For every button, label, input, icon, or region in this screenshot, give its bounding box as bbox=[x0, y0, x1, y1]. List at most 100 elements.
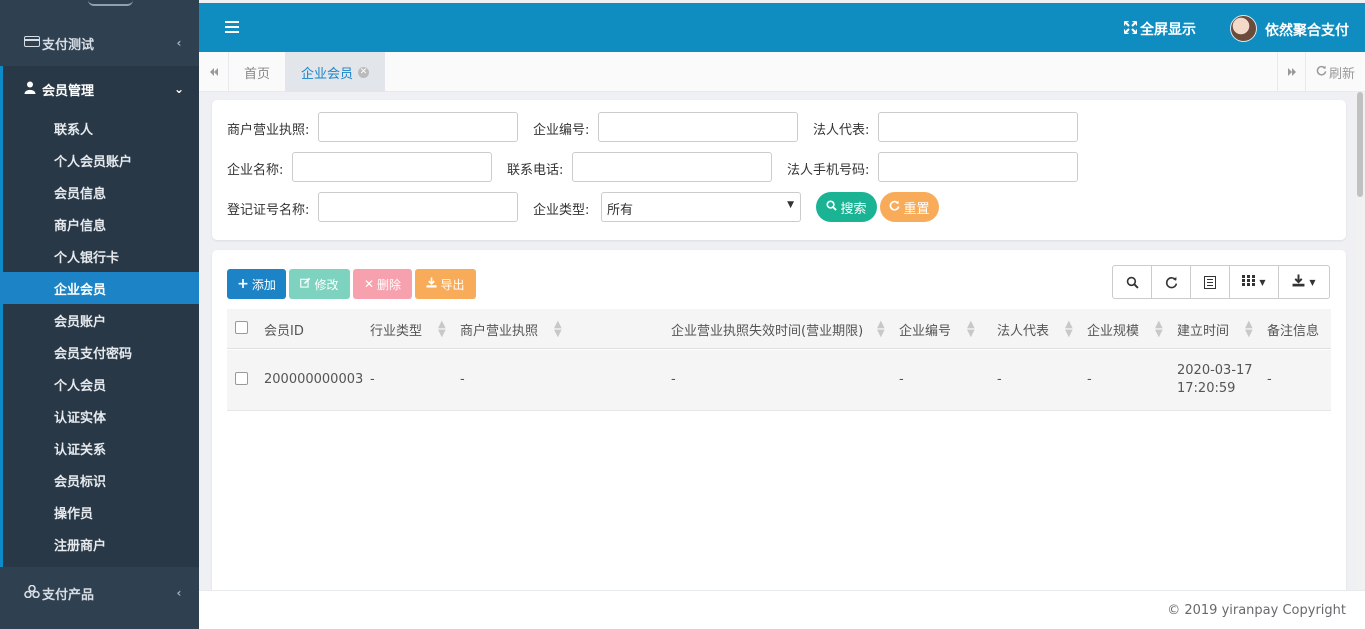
table-search-icon[interactable] bbox=[1113, 266, 1152, 298]
tab-enterprise-member[interactable]: 企业会员 ✕ bbox=[285, 52, 385, 92]
edit-button[interactable]: 修改 bbox=[289, 269, 350, 299]
sort-icon[interactable]: ▲ ▼ bbox=[1065, 320, 1073, 339]
chevron-left-icon: ‹ bbox=[176, 36, 182, 50]
col-legal-representative[interactable]: 法人代表 bbox=[997, 320, 1049, 339]
search-button[interactable]: 搜索 bbox=[816, 192, 877, 222]
delete-button[interactable]: ✕ 删除 bbox=[353, 269, 412, 299]
page-scrollbar[interactable] bbox=[1355, 92, 1365, 590]
label-legal-phone: 法人手机号码: bbox=[787, 163, 870, 178]
select-all-checkbox[interactable] bbox=[235, 321, 248, 334]
hamburger-icon[interactable] bbox=[225, 18, 239, 37]
company-name-input[interactable] bbox=[292, 152, 492, 182]
label-registration-cert: 登记证号名称: bbox=[227, 203, 310, 218]
col-member-id[interactable]: 会员ID bbox=[264, 320, 304, 339]
row-checkbox[interactable] bbox=[235, 372, 248, 385]
sidebar-group-label: 支付产品 bbox=[42, 587, 95, 603]
sidebar-item-member-account[interactable]: 会员账户 bbox=[0, 304, 199, 336]
sidebar-group-member-mgmt[interactable]: 会员管理 ⌄ bbox=[0, 67, 199, 111]
col-company-number[interactable]: 企业编号 bbox=[899, 320, 951, 339]
sort-icon[interactable]: ▲ ▼ bbox=[877, 320, 885, 339]
company-type-select[interactable]: 所有 ▼ bbox=[601, 192, 801, 222]
registration-cert-input[interactable] bbox=[318, 192, 518, 222]
sidebar-item-personal-member-account[interactable]: 个人会员账户 bbox=[0, 144, 199, 176]
reset-button[interactable]: 重置 bbox=[880, 192, 939, 222]
sidebar-item-member-pay-password[interactable]: 会员支付密码 bbox=[0, 336, 199, 368]
sidebar-group-label: 会员管理 bbox=[42, 83, 95, 99]
table-header: 会员ID 行业类型 ▲ ▼ 商户营业执照 ▲ ▼ 企业营业执照失效时间(营业期限) … bbox=[227, 309, 1331, 349]
chevron-left-icon: ‹ bbox=[176, 586, 182, 600]
refresh-label: 刷新 bbox=[1328, 66, 1355, 82]
sidebar-item-auth-entity[interactable]: 认证实体 bbox=[0, 400, 199, 432]
sidebar-item-personal-member[interactable]: 个人会员 bbox=[0, 368, 199, 400]
footer: © 2019 yiranpay Copyright bbox=[199, 590, 1365, 629]
refresh-icon bbox=[889, 200, 900, 215]
company-number-input[interactable] bbox=[598, 112, 798, 142]
cell-industry-type: - bbox=[370, 372, 375, 387]
table-refresh-icon[interactable] bbox=[1152, 266, 1191, 298]
add-button[interactable]: + 添加 bbox=[227, 269, 286, 299]
sidebar-item-member-info[interactable]: 会员信息 bbox=[0, 176, 199, 208]
sidebar-logo-fragment bbox=[0, 0, 199, 18]
caret-down-icon: ▼ bbox=[1309, 277, 1316, 287]
fullscreen-label: 全屏显示 bbox=[1140, 22, 1196, 38]
sort-icon[interactable]: ▲ ▼ bbox=[1245, 320, 1253, 339]
tab-refresh-button[interactable]: 刷新 bbox=[1305, 52, 1365, 92]
caret-down-icon: ▼ bbox=[787, 200, 794, 210]
user-icon bbox=[24, 81, 42, 97]
sidebar-item-merchant-info[interactable]: 商户信息 bbox=[0, 208, 199, 240]
page-tabs-bar: 首页 企业会员 ✕ 刷新 bbox=[199, 52, 1365, 92]
add-button-label: 添加 bbox=[251, 277, 276, 292]
search-form-panel: 商户营业执照: 企业编号: 法人代表: 企业名称: 联系电话: 法人手机号码: … bbox=[212, 100, 1346, 240]
toggle-view-icon[interactable] bbox=[1191, 266, 1230, 298]
scrollbar-thumb[interactable] bbox=[1357, 92, 1363, 197]
sidebar-item-member-identity[interactable]: 会员标识 bbox=[0, 464, 199, 496]
close-icon[interactable]: ✕ bbox=[358, 66, 369, 78]
cubes-icon bbox=[24, 584, 42, 601]
avatar[interactable] bbox=[1230, 15, 1257, 42]
export-dropdown-button[interactable]: ▼ bbox=[1279, 266, 1329, 298]
sidebar-item-enterprise-member[interactable]: 企业会员 bbox=[0, 272, 199, 304]
merchant-license-input[interactable] bbox=[318, 112, 518, 142]
user-name[interactable]: 依然聚合支付 bbox=[1265, 20, 1349, 40]
export-button[interactable]: 导出 bbox=[415, 269, 476, 299]
col-merchant-license[interactable]: 商户营业执照 bbox=[460, 320, 538, 339]
col-remark[interactable]: 备注信息 bbox=[1267, 320, 1319, 339]
label-company-type: 企业类型: bbox=[533, 203, 590, 218]
reset-button-label: 重置 bbox=[903, 201, 930, 217]
sidebar-item-register-merchant[interactable]: 注册商户 bbox=[0, 528, 199, 560]
expand-icon bbox=[1123, 20, 1138, 38]
sidebar-item-operator[interactable]: 操作员 bbox=[0, 496, 199, 528]
tab-home[interactable]: 首页 bbox=[229, 52, 285, 92]
tabs-scroll-right-icon[interactable] bbox=[1277, 52, 1305, 92]
sort-icon[interactable]: ▲ ▼ bbox=[554, 320, 562, 339]
edit-button-label: 修改 bbox=[314, 277, 339, 292]
cell-created-time: 17:20:59 bbox=[1177, 381, 1236, 396]
sort-icon[interactable]: ▲ ▼ bbox=[1155, 320, 1163, 339]
delete-button-label: 删除 bbox=[377, 277, 402, 292]
label-merchant-license: 商户营业执照: bbox=[227, 123, 310, 138]
edit-icon bbox=[300, 277, 311, 291]
sidebar-group-label: 支付测试 bbox=[42, 37, 95, 53]
legal-phone-input[interactable] bbox=[878, 152, 1078, 182]
sort-icon[interactable]: ▲ ▼ bbox=[967, 320, 975, 339]
col-industry-type[interactable]: 行业类型 bbox=[370, 320, 422, 339]
sidebar-item-contacts[interactable]: 联系人 bbox=[0, 112, 199, 144]
copyright-text: © 2019 yiranpay Copyright bbox=[1167, 603, 1346, 618]
sidebar-item-auth-relation[interactable]: 认证关系 bbox=[0, 432, 199, 464]
sidebar-group-payment-test[interactable]: 支付测试 ‹ bbox=[0, 21, 199, 65]
sort-icon[interactable]: ▲ ▼ bbox=[438, 320, 446, 339]
col-created-time[interactable]: 建立时间 bbox=[1177, 320, 1229, 339]
tabs-scroll-left-icon[interactable] bbox=[199, 52, 229, 92]
sidebar-group-payment-product[interactable]: 支付产品 ‹ bbox=[0, 571, 199, 615]
remove-icon: ✕ bbox=[363, 277, 375, 291]
columns-dropdown-button[interactable]: ▼ bbox=[1230, 266, 1279, 298]
phone-input[interactable] bbox=[572, 152, 772, 182]
legal-representative-input[interactable] bbox=[878, 112, 1078, 142]
col-company-scale[interactable]: 企业规模 bbox=[1087, 320, 1139, 339]
col-license-expiry[interactable]: 企业营业执照失效时间(营业期限) bbox=[671, 320, 863, 339]
label-company-name: 企业名称: bbox=[227, 163, 284, 178]
table-row[interactable]: 200000000003 - - - - - - 2020-03-17 17:2… bbox=[227, 350, 1331, 411]
sidebar-item-personal-bank-card[interactable]: 个人银行卡 bbox=[0, 240, 199, 272]
fullscreen-button[interactable]: 全屏显示 bbox=[1123, 19, 1196, 39]
search-button-label: 搜索 bbox=[840, 201, 867, 217]
